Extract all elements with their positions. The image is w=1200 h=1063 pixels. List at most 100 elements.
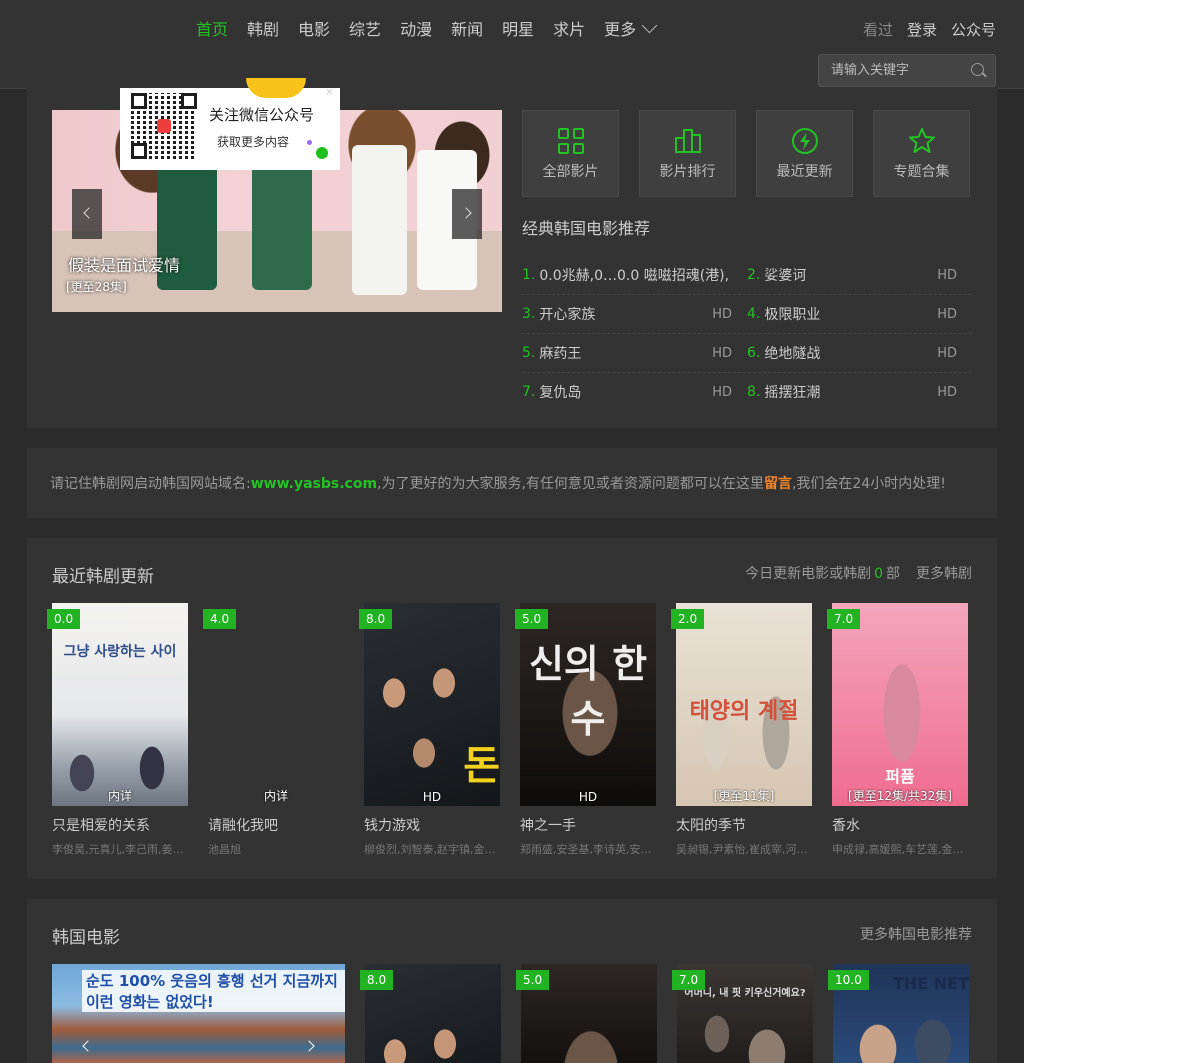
drama-title[interactable]: 钱力游戏: [364, 815, 500, 835]
poster[interactable]: 内详: [208, 603, 344, 806]
recommend-row: 1. 0.0兆赫,0…0.0 嗞嗞招魂(港), 2. 娑婆诃 HD: [522, 256, 972, 295]
nav-item-more[interactable]: 更多: [604, 17, 658, 41]
rank-number: 4.: [747, 306, 761, 322]
search-input[interactable]: [831, 61, 961, 79]
quality-label: HD: [712, 306, 732, 322]
recommend-title: 经典韩国电影推荐: [522, 219, 651, 238]
history-link[interactable]: 看过: [863, 19, 893, 41]
poster-text: 태양의 계절: [689, 699, 799, 724]
category-shortcuts: 全部影片 影片排行 最近更新 专题合集: [522, 110, 990, 197]
category-label: 最近更新: [776, 164, 833, 180]
notice-text: 请记住韩剧网启动韩国网站域名:www.yasbs.com,为了更好的为大家服务,…: [50, 473, 946, 493]
search-icon[interactable]: [971, 63, 984, 76]
chevron-down-icon: [641, 17, 658, 34]
nav-item-anime[interactable]: 动漫: [400, 19, 432, 41]
recommend-item[interactable]: 8. 摇摆狂潮 HD: [747, 373, 972, 411]
score-badge: 8.0: [360, 970, 394, 990]
slider-caption-title[interactable]: 假装是面试爱情: [68, 252, 180, 276]
more-movie-link[interactable]: 更多韩国电影推荐: [860, 927, 972, 943]
recommend-item[interactable]: 3. 开心家族 HD: [522, 295, 747, 333]
section-title: 韩国电影: [52, 928, 120, 948]
nav-item-request[interactable]: 求片: [553, 19, 585, 41]
category-label: 影片排行: [659, 164, 716, 180]
recommend-item[interactable]: 5. 麻药王 HD: [522, 334, 747, 372]
nav-item-news[interactable]: 新闻: [451, 19, 483, 41]
movie-title: 摇摆狂潮: [764, 385, 821, 401]
score-badge: 5.0: [516, 970, 550, 990]
close-icon[interactable]: ×: [325, 85, 334, 98]
poster-text: 그냥 사랑하는 사이: [63, 644, 177, 660]
nav-item-movie[interactable]: 电影: [298, 19, 330, 41]
quality-label: HD: [712, 384, 732, 400]
rank-number: 3.: [522, 306, 536, 322]
rank-number: 6.: [747, 345, 761, 361]
feedback-link[interactable]: 留言: [764, 476, 792, 492]
category-all-movies[interactable]: 全部影片: [522, 110, 619, 197]
poster[interactable]: 퍼퓸 [更至12集/共32集]: [832, 603, 968, 806]
drama-card[interactable]: 돈 HD 8.0 钱力游戏 柳俊烈,刘智泰,赵宇镇,金…: [359, 603, 500, 857]
movie-title: 麻药王: [539, 346, 582, 362]
nav-item-stars[interactable]: 明星: [502, 19, 534, 41]
drama-title[interactable]: 香水: [832, 815, 968, 835]
nav-more-label: 更多: [604, 20, 637, 39]
score-badge: 5.0: [515, 609, 549, 629]
slider-next-button[interactable]: [452, 189, 482, 239]
status-label: HD: [422, 790, 442, 804]
wechat-qr-popup: 关注微信公众号 获取更多内容 ×: [120, 78, 340, 170]
banner-next-button[interactable]: [301, 1026, 321, 1063]
movie-card[interactable]: 어머니, 내 핏 키우신거예요? 7.0: [672, 964, 813, 1063]
qr-code: [131, 93, 197, 159]
wechat-link[interactable]: 公众号: [951, 19, 996, 41]
star-icon: [908, 128, 935, 153]
score-badge: 2.0: [671, 609, 705, 629]
banner-prev-button[interactable]: [76, 1026, 96, 1063]
nav-item-variety[interactable]: 综艺: [349, 19, 381, 41]
decor-dot: [307, 140, 312, 145]
more-drama-link[interactable]: 更多韩剧: [916, 566, 972, 582]
movie-title: 0.0兆赫,0…0.0 嗞嗞招魂(港),: [539, 268, 730, 284]
nav-item-drama[interactable]: 韩剧: [247, 19, 279, 41]
drama-title[interactable]: 请融化我吧: [208, 815, 344, 835]
quality-label: HD: [937, 345, 957, 361]
category-ranking[interactable]: 影片排行: [639, 110, 736, 197]
drama-card[interactable]: 퍼퓸 [更至12集/共32集] 7.0 香水 申成禄,高媛熙,车艺莲,金…: [827, 603, 968, 857]
drama-card[interactable]: 신의 한 수 HD 5.0 神之一手 郑雨盛,安圣基,李诗英,安…: [515, 603, 656, 857]
movie-banner[interactable]: 순도 100% 웃음의 흥행 선거 지금까지 이런 영화는 없었다!: [52, 964, 345, 1063]
banner-text: 순도 100% 웃음의 흥행 선거 지금까지 이런 영화는 없었다!: [82, 970, 345, 1012]
recommend-item[interactable]: 2. 娑婆诃 HD: [747, 256, 972, 294]
status-label: 内详: [107, 789, 132, 803]
login-link[interactable]: 登录: [907, 19, 937, 41]
today-update-unit: 部: [886, 566, 900, 582]
recommend-item[interactable]: 1. 0.0兆赫,0…0.0 嗞嗞招魂(港),: [522, 256, 747, 294]
poster[interactable]: 그냥 사랑하는 사이 内详: [52, 603, 188, 806]
category-latest[interactable]: 最近更新: [756, 110, 853, 197]
drama-card[interactable]: 태양의 계절 [更至11集] 2.0 太阳的季节 吴昶锡,尹素怡,崔成宰,河…: [671, 603, 812, 857]
status-label: [更至11集]: [713, 789, 775, 803]
main-nav: 首页 韩剧 电影 综艺 动漫 新闻 明星 求片 更多: [196, 17, 674, 41]
drama-title[interactable]: 太阳的季节: [676, 815, 812, 835]
recommend-item[interactable]: 7. 复仇岛 HD: [522, 373, 747, 411]
category-topics[interactable]: 专题合集: [873, 110, 970, 197]
cast-list: 郑雨盛,安圣基,李诗英,安…: [520, 843, 652, 856]
page: 首页 韩剧 电影 综艺 动漫 新闻 明星 求片 更多 看过 登录 公众号 关注微…: [0, 0, 1024, 1063]
nav-item-home[interactable]: 首页: [196, 19, 228, 41]
quality-label: HD: [712, 345, 732, 361]
score-badge: 7.0: [672, 970, 706, 990]
drama-card[interactable]: 内详 4.0 请融化我吧 池昌旭: [203, 603, 344, 857]
score-badge: 7.0: [827, 609, 861, 629]
status-label: [更至12集/共32集]: [848, 789, 952, 803]
slider-prev-button[interactable]: [72, 189, 102, 239]
poster[interactable]: 태양의 계절 [更至11集]: [676, 603, 812, 806]
recommend-item[interactable]: 4. 极限职业 HD: [747, 295, 972, 333]
score-badge: 0.0: [47, 609, 81, 629]
poster[interactable]: 신의 한 수 HD: [520, 603, 656, 806]
movie-card[interactable]: 5.0: [516, 964, 657, 1063]
movie-card[interactable]: 8.0: [360, 964, 501, 1063]
drama-title[interactable]: 只是相爱的关系: [52, 815, 188, 835]
drama-card[interactable]: 그냥 사랑하는 사이 内详 0.0 只是相爱的关系 李俊昊,元真儿,李己雨,姜…: [47, 603, 188, 857]
status-label: 内详: [263, 789, 288, 803]
drama-title[interactable]: 神之一手: [520, 815, 656, 835]
poster[interactable]: 돈 HD: [364, 603, 500, 806]
recommend-item[interactable]: 6. 绝地隧战 HD: [747, 334, 972, 372]
movie-card[interactable]: THE NET 10.0: [828, 964, 969, 1063]
